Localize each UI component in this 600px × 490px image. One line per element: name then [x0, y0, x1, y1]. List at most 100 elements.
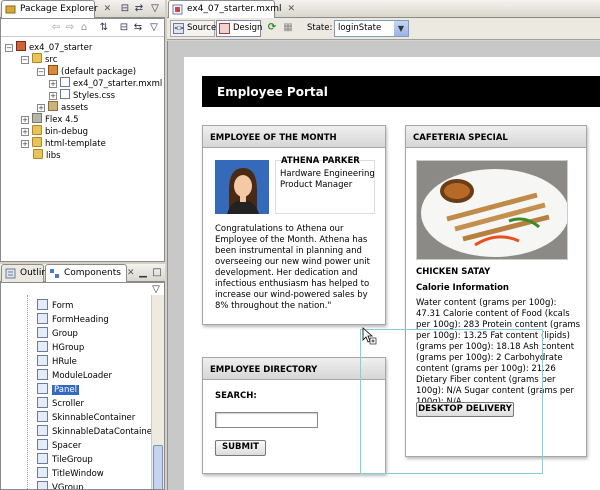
- tree-item[interactable]: libs: [33, 149, 61, 161]
- tree-item[interactable]: − ex4_07_starter: [5, 41, 92, 53]
- tab-outline[interactable]: Outline: [1, 264, 53, 282]
- expand-toggle[interactable]: +: [49, 80, 57, 88]
- home-icon[interactable]: ⌂: [77, 21, 91, 35]
- tree-item[interactable]: − src: [21, 53, 57, 65]
- components-pane: ▽ Form FormHeading Group HGroup HRule ModuleL…: [0, 282, 165, 490]
- tree-item[interactable]: + assets: [37, 101, 88, 113]
- employee-name: ATHENA PARKER: [281, 156, 360, 166]
- component-label: ModuleLoader: [52, 371, 113, 381]
- tab-label: ex4_07_starter.mxml: [187, 4, 282, 14]
- component-label: Panel: [52, 385, 79, 395]
- design-workspace: Employee Portal EMPLOYEE OF THE MONTH AT…: [167, 41, 600, 490]
- employee-directory-panel[interactable]: EMPLOYEE DIRECTORY SEARCH: SUBMIT: [202, 357, 386, 474]
- component-item[interactable]: Spacer: [37, 439, 81, 453]
- library-icon: [32, 113, 42, 123]
- refresh-icon[interactable]: ⟳: [265, 21, 279, 35]
- component-icon: [37, 341, 48, 352]
- minimize-icon[interactable]: ▁: [136, 266, 150, 280]
- employee-role: Hardware Engineering Product Manager: [280, 169, 375, 190]
- component-item[interactable]: TileGroup: [37, 453, 93, 467]
- component-item[interactable]: Group: [37, 327, 78, 341]
- collapse-toggle[interactable]: −: [5, 44, 13, 52]
- filter-icon[interactable]: ⇅: [97, 21, 111, 35]
- tree-label: ex4_07_starter: [29, 43, 93, 53]
- collapse-icon[interactable]: ⊟: [117, 21, 131, 35]
- component-label: Spacer: [52, 441, 82, 451]
- menu-icon[interactable]: ▽: [147, 21, 161, 35]
- link-editor-icon[interactable]: ⇄: [132, 2, 146, 16]
- package-icon: [48, 101, 58, 111]
- tree-item[interactable]: + Flex 4.5: [21, 113, 79, 125]
- component-item[interactable]: VGroup: [37, 481, 84, 489]
- back-icon[interactable]: ⇦: [49, 21, 63, 35]
- panel-title: EMPLOYEE DIRECTORY: [203, 358, 385, 380]
- expand-toggle[interactable]: +: [21, 128, 29, 136]
- tree-label: src: [45, 55, 58, 65]
- view-menu-icon[interactable]: ▽: [148, 2, 162, 16]
- component-label: SkinnableDataContainer: [52, 427, 156, 437]
- tree-item[interactable]: + Styles.css: [49, 89, 115, 101]
- close-icon[interactable]: ✕: [287, 4, 295, 14]
- component-item[interactable]: SkinnableDataContainer: [37, 425, 155, 439]
- app-header: Employee Portal: [202, 76, 600, 107]
- forward-icon[interactable]: ⇨: [63, 21, 77, 35]
- package-icon: [48, 65, 58, 75]
- expand-toggle[interactable]: +: [37, 104, 45, 112]
- employee-of-month-panel[interactable]: EMPLOYEE OF THE MONTH ATHENA PARKER Hard…: [202, 125, 386, 325]
- chevron-down-icon[interactable]: ▼: [394, 21, 408, 36]
- tab-package-explorer[interactable]: Package Explorer ✕: [1, 0, 111, 18]
- expand-toggle[interactable]: +: [21, 116, 29, 124]
- search-input[interactable]: [215, 412, 318, 428]
- tree-guide-line: [27, 295, 28, 489]
- component-item[interactable]: FormHeading: [37, 313, 109, 327]
- design-button[interactable]: Design: [216, 20, 262, 37]
- state-value: loginState: [338, 23, 382, 33]
- component-label: TitleWindow: [52, 469, 104, 479]
- close-icon[interactable]: ✕: [127, 268, 135, 278]
- design-canvas: Employee Portal EMPLOYEE OF THE MONTH AT…: [184, 57, 600, 490]
- component-item[interactable]: TitleWindow: [37, 467, 104, 481]
- component-item[interactable]: HGroup: [37, 341, 84, 355]
- sync-icon[interactable]: ⇆: [131, 21, 145, 35]
- component-label: SkinnableContainer: [52, 413, 136, 423]
- component-item[interactable]: Panel: [37, 383, 79, 397]
- food-photo: [416, 160, 568, 260]
- tree-item[interactable]: + bin-debug: [21, 125, 88, 137]
- tree-item[interactable]: + html-template: [21, 137, 106, 149]
- tab-label: Components: [64, 268, 121, 278]
- nav-toolbar: ⇦ ⇨ ⌂ ⇅ ⊟ ⇆ ▽: [1, 19, 164, 37]
- expand-toggle[interactable]: +: [49, 92, 57, 100]
- tree-label: libs: [46, 151, 61, 161]
- collapse-all-icon[interactable]: ⊟: [118, 2, 132, 16]
- package-explorer-icon: [5, 5, 16, 14]
- component-item[interactable]: HRule: [37, 355, 77, 369]
- settings-icon[interactable]: ▦: [281, 21, 295, 35]
- submit-button[interactable]: SUBMIT: [215, 440, 266, 456]
- component-item[interactable]: Form: [37, 299, 73, 313]
- expand-toggle[interactable]: +: [21, 140, 29, 148]
- folder-icon: [32, 137, 42, 147]
- close-icon[interactable]: ✕: [104, 4, 112, 14]
- tree-label: assets: [61, 103, 89, 113]
- state-select[interactable]: loginState ▼: [334, 20, 409, 37]
- scrollbar-thumb[interactable]: [153, 445, 163, 489]
- outline-icon: [5, 268, 16, 279]
- source-button[interactable]: <> Source: [170, 20, 216, 37]
- component-icon: [37, 383, 48, 394]
- collapse-toggle[interactable]: −: [21, 56, 29, 64]
- component-item[interactable]: ModuleLoader: [37, 369, 112, 383]
- tab-editor-file[interactable]: ex4_07_starter.mxml ✕: [168, 0, 295, 18]
- tree-item[interactable]: + ex4_07_starter.mxml: [49, 77, 162, 89]
- component-item[interactable]: SkinnableContainer: [37, 411, 135, 425]
- search-label: SEARCH:: [215, 391, 257, 401]
- employee-avatar-image: [215, 160, 269, 214]
- scrollbar[interactable]: [151, 295, 164, 489]
- component-item[interactable]: Scroller: [37, 397, 84, 411]
- component-label: TileGroup: [52, 455, 93, 465]
- tree-item[interactable]: − (default package): [37, 65, 136, 77]
- tab-components[interactable]: Components ✕: [45, 264, 135, 282]
- collapse-toggle[interactable]: −: [37, 68, 45, 76]
- employee-photo: [215, 160, 269, 214]
- maximize-icon[interactable]: □: [150, 266, 164, 280]
- component-label: FormHeading: [52, 315, 109, 325]
